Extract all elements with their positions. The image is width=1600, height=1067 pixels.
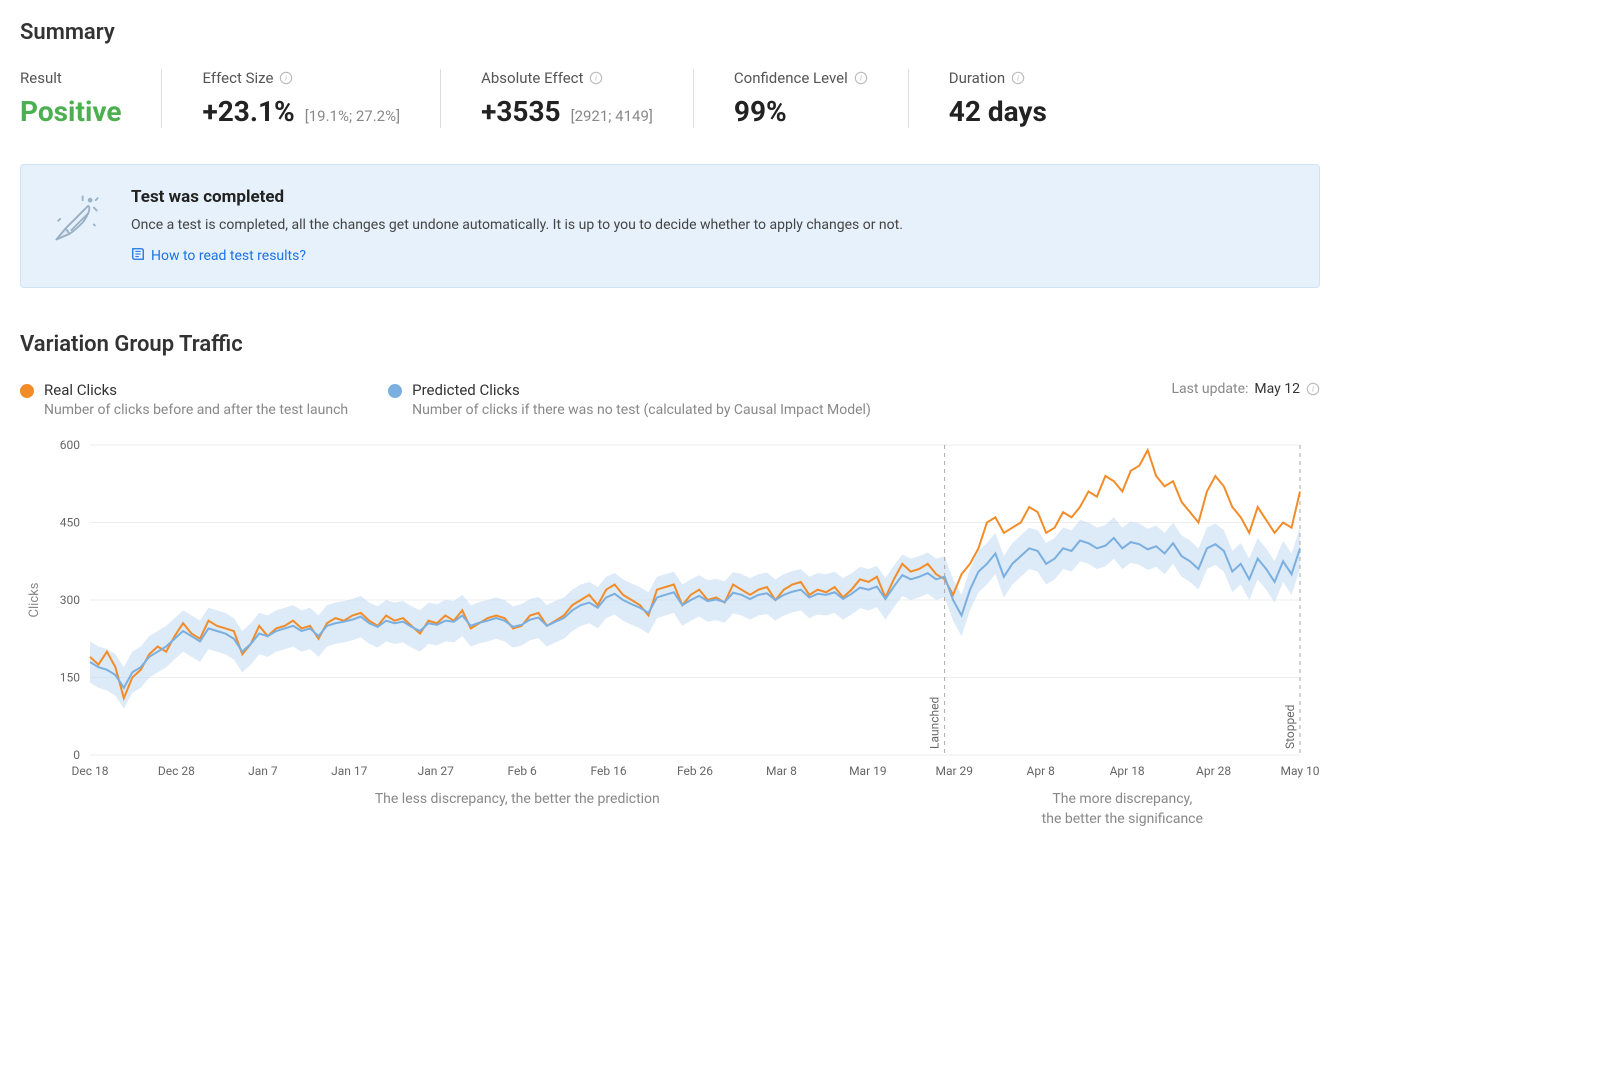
svg-text:Dec 28: Dec 28 [158,764,195,778]
metric-result-value: Positive [20,95,121,128]
info-icon[interactable]: i [279,71,293,85]
metric-absolute-effect: Absolute Effect i +3535 [2921; 4149] [440,69,693,128]
metric-duration-label: Duration i [949,69,1047,87]
svg-text:Feb 26: Feb 26 [677,764,713,778]
svg-text:Mar 8: Mar 8 [766,764,797,778]
test-completed-callout: Test was completed Once a test is comple… [20,164,1320,288]
svg-text:i: i [285,74,287,83]
last-update: Last update: May 12 i [1172,381,1321,397]
info-icon[interactable]: i [1306,382,1320,396]
svg-text:Jan 7: Jan 7 [248,764,278,778]
legend-swatch-blue [388,384,402,398]
svg-text:i: i [860,74,862,83]
svg-text:Jan 17: Jan 17 [331,764,367,778]
summary-title: Summary [20,20,1320,45]
svg-text:the better the significance: the better the significance [1042,811,1203,827]
metric-duration-value: 42 days [949,95,1047,128]
svg-text:Launched: Launched [928,696,942,748]
confetti-icon [47,187,107,247]
svg-text:300: 300 [60,593,80,607]
metric-confidence: Confidence Level i 99% [693,69,908,128]
metric-absolute-effect-label: Absolute Effect i [481,69,653,87]
svg-text:Mar 19: Mar 19 [849,764,887,778]
svg-text:Stopped: Stopped [1283,704,1297,748]
legend-predicted-clicks: Predicted Clicks Number of clicks if the… [388,381,871,421]
legend-swatch-orange [20,384,34,398]
legend-real-clicks: Real Clicks Number of clicks before and … [20,381,348,421]
metric-effect-size-value: +23.1% [19.1%; 27.2%] [202,95,400,128]
chart-legend: Real Clicks Number of clicks before and … [20,381,871,421]
svg-text:450: 450 [60,515,80,529]
metric-confidence-label: Confidence Level i [734,69,868,87]
metric-absolute-effect-value: +3535 [2921; 4149] [481,95,653,128]
svg-text:Clicks: Clicks [27,582,42,617]
svg-text:0: 0 [73,748,80,762]
metric-confidence-value: 99% [734,95,868,128]
svg-text:The less discrepancy, the bett: The less discrepancy, the better the pre… [375,791,660,807]
metric-result-label: Result [20,69,121,87]
svg-text:Apr 28: Apr 28 [1196,764,1231,778]
svg-text:Apr 8: Apr 8 [1027,764,1056,778]
callout-text: Once a test is completed, all the change… [131,215,951,236]
svg-text:Jan 27: Jan 27 [418,764,454,778]
svg-text:The more discrepancy,: The more discrepancy, [1052,791,1192,807]
svg-text:May 10: May 10 [1280,764,1319,778]
svg-text:i: i [1312,385,1314,394]
how-to-read-link[interactable]: How to read test results? [131,247,306,265]
svg-text:150: 150 [60,670,80,684]
book-icon [131,247,145,265]
callout-title: Test was completed [131,187,1293,207]
line-chart: 0 150 300 450 600 Clicks Dec 18 Dec 28 Jan 7 Jan … [20,435,1320,835]
svg-text:Feb 6: Feb 6 [507,764,537,778]
metric-result: Result Positive [20,69,161,128]
info-icon[interactable]: i [589,71,603,85]
chart-title: Variation Group Traffic [20,332,1320,357]
svg-text:Dec 18: Dec 18 [72,764,109,778]
metric-duration: Duration i 42 days [908,69,1087,128]
svg-text:i: i [1017,74,1019,83]
info-icon[interactable]: i [854,71,868,85]
metric-effect-size: Effect Size i +23.1% [19.1%; 27.2%] [161,69,440,128]
svg-text:Apr 18: Apr 18 [1110,764,1145,778]
svg-text:Feb 16: Feb 16 [591,764,627,778]
svg-text:Mar 29: Mar 29 [936,764,974,778]
summary-metrics: Result Positive Effect Size i +23.1% [19… [20,69,1320,128]
svg-text:i: i [595,74,597,83]
svg-text:600: 600 [60,438,80,452]
metric-effect-size-label: Effect Size i [202,69,400,87]
info-icon[interactable]: i [1011,71,1025,85]
